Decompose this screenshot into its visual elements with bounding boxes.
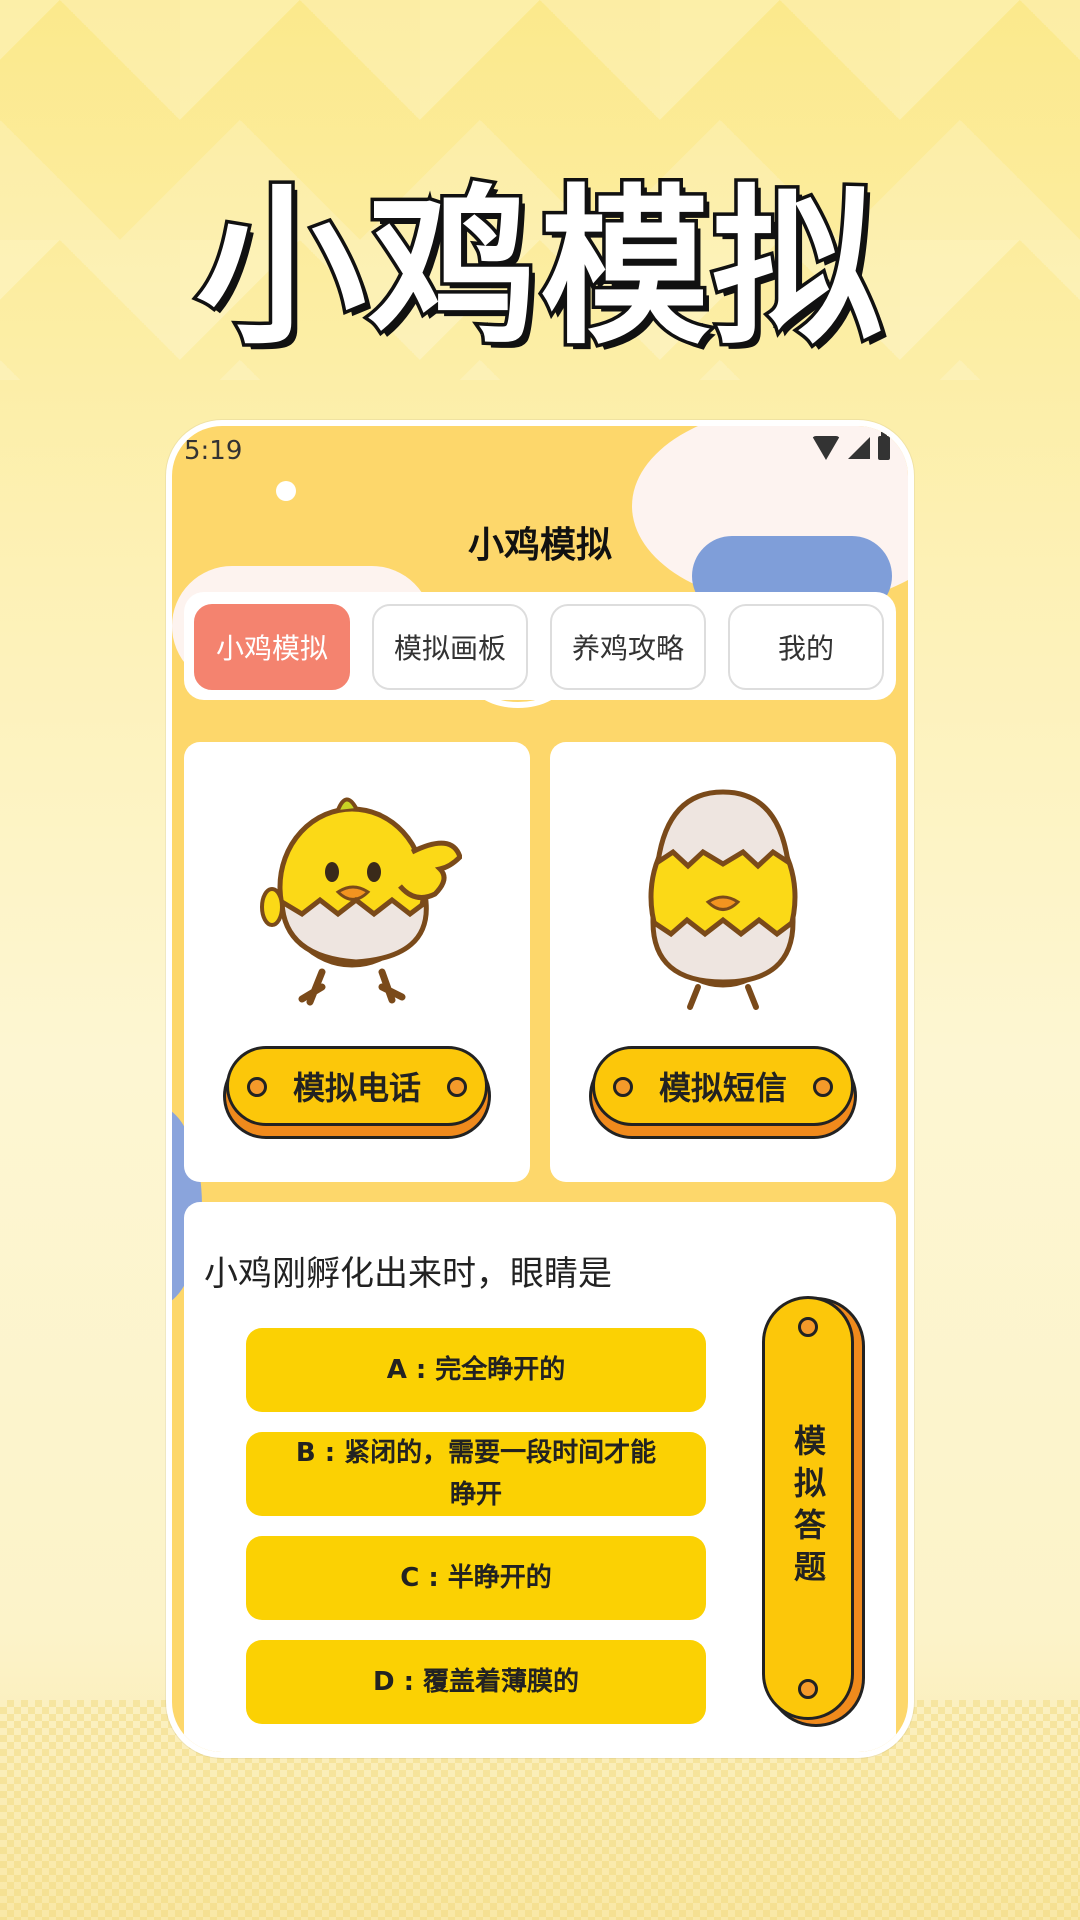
quiz-question: 小鸡刚孵化出来时，眼睛是 <box>204 1254 612 1294</box>
chick-eggshell-icon <box>648 789 798 1010</box>
quiz-option-c[interactable]: C : 半睁开的 <box>246 1536 706 1620</box>
sim-quiz-button[interactable]: 模拟答题 <box>762 1296 854 1720</box>
button-dot-icon <box>798 1679 818 1699</box>
decor-dot <box>276 481 296 501</box>
button-dot-icon <box>798 1317 818 1337</box>
app-title: 小鸡模拟 <box>467 525 612 566</box>
sim-sms-button[interactable]: 模拟短信 <box>592 1046 854 1126</box>
sim-call-button[interactable]: 模拟电话 <box>226 1046 488 1126</box>
tab-chick-sim[interactable]: 小鸡模拟 <box>194 604 350 690</box>
quiz-option-b[interactable]: B : 紧闭的，需要一段时间才能睁开 <box>246 1432 706 1516</box>
quiz-option-d[interactable]: D : 覆盖着薄膜的 <box>246 1640 706 1724</box>
tab-drawing-board[interactable]: 模拟画板 <box>372 604 528 690</box>
feature-card-sms: 模拟短信 <box>550 742 896 1182</box>
chick-waving-icon <box>260 797 462 1006</box>
wifi-icon <box>812 436 840 460</box>
button-dot-icon <box>247 1077 267 1097</box>
sim-sms-label: 模拟短信 <box>658 1069 787 1107</box>
quiz-option-a[interactable]: A : 完全睁开的 <box>246 1328 706 1412</box>
quiz-card: 小鸡刚孵化出来时，眼睛是 A : 完全睁开的 B : 紧闭的，需要一段时间才能睁… <box>184 1202 896 1752</box>
status-icons <box>812 432 890 460</box>
phone-frame: 5:19 小鸡模拟 小鸡模拟 模拟画板 养鸡攻略 我的 模拟电话 模拟短信 小鸡… <box>166 420 914 1758</box>
promo-title: 小鸡模拟 <box>192 167 885 372</box>
feature-card-call: 模拟电话 <box>184 742 530 1182</box>
tab-bar: 小鸡模拟 模拟画板 养鸡攻略 我的 <box>184 592 896 700</box>
tab-raising-guide[interactable]: 养鸡攻略 <box>550 604 706 690</box>
signal-icon <box>848 437 870 459</box>
sim-call-label: 模拟电话 <box>292 1069 421 1107</box>
sim-quiz-label: 模拟答题 <box>789 1424 827 1592</box>
button-dot-icon <box>447 1077 467 1097</box>
app-screen: 5:19 小鸡模拟 小鸡模拟 模拟画板 养鸡攻略 我的 模拟电话 模拟短信 小鸡… <box>172 426 908 1752</box>
button-dot-icon <box>813 1077 833 1097</box>
status-time: 5:19 <box>184 436 243 466</box>
tab-mine[interactable]: 我的 <box>728 604 884 690</box>
battery-icon <box>878 432 890 460</box>
button-dot-icon <box>613 1077 633 1097</box>
